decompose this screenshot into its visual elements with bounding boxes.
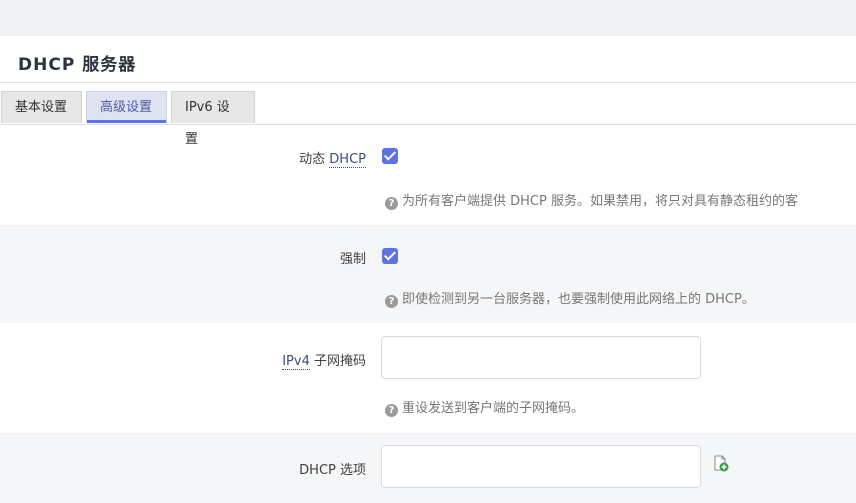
form-row-ipv4-netmask: IPv4 子网掩码 ? 重设发送到客户端的子网掩码。: [0, 323, 856, 433]
ipv4-netmask-help: ? 重设发送到客户端的子网掩码。: [385, 397, 584, 417]
divider: [0, 82, 856, 83]
force-label: 强制: [339, 252, 366, 267]
force-help-text: 即使检测到另一台服务器，也要强制使用此网络上的 DHCP。: [402, 292, 755, 307]
help-icon: ?: [385, 404, 398, 417]
ipv4-netmask-label-text: 子网掩码: [309, 354, 366, 369]
ipv4-abbr: IPv4: [282, 354, 310, 370]
force-checkbox[interactable]: [382, 248, 398, 264]
dynamic-dhcp-label: 动态 DHCP: [299, 148, 366, 168]
top-bar: [0, 0, 856, 36]
tab-basic-settings[interactable]: 基本设置: [1, 91, 82, 123]
help-icon: ?: [385, 295, 398, 308]
dhcp-options-label: DHCP 选项: [299, 463, 366, 478]
force-help: ? 即使检测到另一台服务器，也要强制使用此网络上的 DHCP。: [385, 288, 755, 308]
dynamic-dhcp-label-text: 动态: [299, 152, 330, 167]
tab-advanced-settings[interactable]: 高级设置: [86, 91, 167, 123]
dynamic-dhcp-help-text: 为所有客户端提供 DHCP 服务。如果禁用，将只对具有静态租约的客: [402, 194, 798, 209]
tab-bar: 基本设置 高级设置 IPv6 设置: [0, 91, 856, 147]
form-row-dynamic-dhcp: 动态 DHCP ? 为所有客户端提供 DHCP 服务。如果禁用，将只对具有静态租约…: [0, 125, 856, 225]
add-entry-icon[interactable]: [712, 455, 730, 473]
ipv4-netmask-label: IPv4 子网掩码: [282, 350, 366, 370]
ipv4-netmask-input[interactable]: [381, 336, 701, 379]
section-title: DHCP 服务器: [18, 55, 137, 75]
dhcp-options-input[interactable]: [381, 445, 701, 488]
form-row-force: 强制 ? 即使检测到另一台服务器，也要强制使用此网络上的 DHCP。: [0, 225, 856, 323]
help-icon: ?: [385, 197, 398, 210]
dynamic-dhcp-checkbox[interactable]: [382, 148, 398, 164]
form-row-dhcp-options: DHCP 选项: [0, 433, 856, 503]
tab-ipv6-settings[interactable]: IPv6 设置: [171, 91, 255, 147]
dhcp-abbr: DHCP: [329, 152, 366, 168]
ipv4-netmask-help-text: 重设发送到客户端的子网掩码。: [402, 401, 585, 416]
dynamic-dhcp-help: ? 为所有客户端提供 DHCP 服务。如果禁用，将只对具有静态租约的客: [385, 190, 798, 210]
